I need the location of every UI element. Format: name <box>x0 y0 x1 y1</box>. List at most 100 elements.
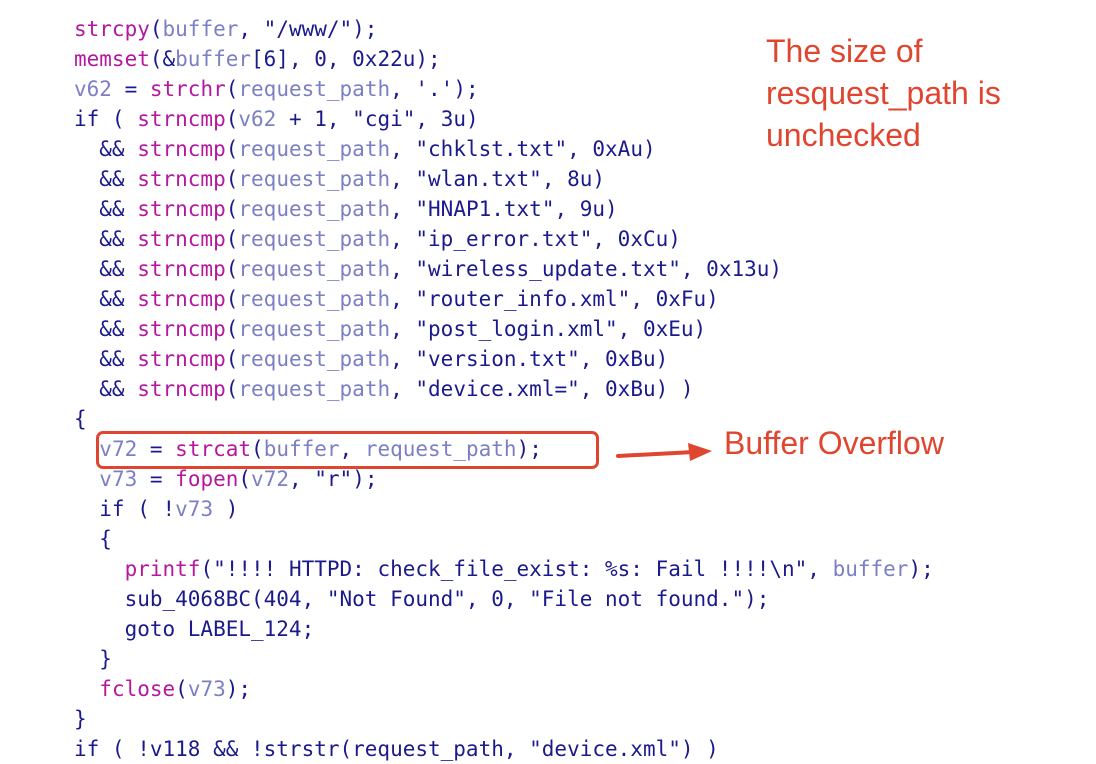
code-token-func: strcpy <box>74 17 150 41</box>
code-token-plain: + 1, "cgi", 3u) <box>276 107 479 131</box>
code-token-func: strncmp <box>137 167 226 191</box>
code-token-var: request_path <box>238 167 391 191</box>
code-token-func: fclose <box>99 677 176 701</box>
code-token-plain: ( <box>225 347 239 371</box>
code-token-var: request_path <box>238 197 391 221</box>
code-token-var: request_path <box>238 77 391 101</box>
code-token-plain: && <box>74 317 138 341</box>
code-token-func: strncmp <box>137 197 226 221</box>
code-token-var: request_path <box>238 227 391 251</box>
code-token-var: v62 <box>74 77 112 101</box>
code-token-plain: if ( <box>74 107 138 131</box>
code-token-plain: , "wlan.txt", 8u) <box>390 167 606 191</box>
code-token-func: printf <box>124 557 201 581</box>
code-line: && strncmp(request_path, "ip_error.txt",… <box>74 224 934 254</box>
code-token-plain: , "chklst.txt", 0xAu) <box>390 137 656 161</box>
code-token-plain: && <box>74 167 138 191</box>
code-token-plain: && <box>74 137 138 161</box>
code-token-plain: && <box>74 377 138 401</box>
code-token-plain: , '.'); <box>390 77 479 101</box>
code-token-var: buffer <box>162 17 239 41</box>
code-token-func: strncmp <box>137 287 226 311</box>
code-token-plain: && <box>74 257 138 281</box>
code-token-func: strchr <box>149 77 226 101</box>
code-token-var: request_path <box>238 137 391 161</box>
code-token-var: request_path <box>238 317 391 341</box>
code-token-plain: = <box>137 467 176 491</box>
code-line: fclose(v73); <box>74 674 934 704</box>
code-token-func: strncmp <box>137 317 226 341</box>
code-token-plain: ( <box>225 197 239 221</box>
code-token-plain: , "ip_error.txt", 0xCu) <box>390 227 681 251</box>
code-line: goto LABEL_124; <box>74 614 934 644</box>
strcat-highlight-box <box>96 431 599 469</box>
code-line: sub_4068BC(404, "Not Found", 0, "File no… <box>74 584 934 614</box>
code-line: if ( !v118 && !strstr(request_path, "dev… <box>74 734 934 764</box>
code-line: && strncmp(request_path, "version.txt", … <box>74 344 934 374</box>
code-token-plain: } <box>74 647 112 671</box>
arrow-icon <box>616 443 712 461</box>
code-token-func: strncmp <box>137 107 226 131</box>
code-token-plain: ( <box>225 317 239 341</box>
code-token-plain: ( <box>225 77 239 101</box>
code-line: && strncmp(request_path, "router_info.xm… <box>74 284 934 314</box>
code-line: && strncmp(request_path, "wlan.txt", 8u) <box>74 164 934 194</box>
code-token-plain: ( <box>175 677 188 701</box>
code-token-plain: , "wireless_update.txt", 0x13u) <box>390 257 783 281</box>
code-line: printf("!!!! HTTPD: check_file_exist: %s… <box>74 554 934 584</box>
code-token-plain: ); <box>225 677 252 701</box>
code-token-plain: } <box>74 707 87 731</box>
code-token-plain: goto LABEL_124; <box>74 617 315 641</box>
code-token-plain: && <box>74 287 138 311</box>
code-line: } <box>74 644 934 674</box>
code-token-plain: ( <box>225 377 239 401</box>
code-token-plain: ( <box>225 167 239 191</box>
code-token-func: strncmp <box>137 137 226 161</box>
code-token-var: request_path <box>238 377 391 401</box>
code-token-var: v73 <box>175 497 214 521</box>
code-token-var: buffer <box>175 47 252 71</box>
code-token-plain: , "device.xml=", 0xBu) ) <box>390 377 694 401</box>
code-token-func: strncmp <box>137 257 226 281</box>
code-token-plain: ); <box>908 557 934 581</box>
code-token-plain: , "HNAP1.txt", 9u) <box>390 197 618 221</box>
code-token-plain: , "/www/"); <box>238 17 378 41</box>
code-token-var: v62 <box>238 107 277 131</box>
code-line: { <box>74 524 934 554</box>
code-token-plain: , "post_login.xml", 0xEu) <box>390 317 707 341</box>
code-token-plain: if ( ! <box>74 497 176 521</box>
code-token-plain: ( <box>225 107 239 131</box>
code-token-var: request_path <box>238 347 391 371</box>
code-token-var: buffer <box>832 557 909 581</box>
code-line: if ( !v73 ) <box>74 494 934 524</box>
code-token-func: strncmp <box>137 377 226 401</box>
code-token-plain: [6], 0, 0x22u); <box>251 47 441 71</box>
code-token-plain: ( <box>225 227 239 251</box>
code-token-var: request_path <box>238 287 391 311</box>
code-token-plain: ("!!!! HTTPD: check_file_exist: %s: Fail… <box>200 557 833 581</box>
code-token-plain: ( <box>225 137 239 161</box>
code-token-func: strncmp <box>137 227 226 251</box>
code-line: && strncmp(request_path, "post_login.xml… <box>74 314 934 344</box>
code-token-var: v73 <box>187 677 226 701</box>
code-token-plain: { <box>74 527 112 551</box>
code-token-plain: , "version.txt", 0xBu) <box>390 347 669 371</box>
code-token-plain: = <box>111 77 150 101</box>
code-line: && strncmp(request_path, "HNAP1.txt", 9u… <box>74 194 934 224</box>
code-token-plain: { <box>74 407 87 431</box>
buffer-overflow-annotation: Buffer Overflow <box>724 425 944 461</box>
code-token-plain: ( <box>149 17 163 41</box>
unchecked-size-annotation: The size of resquest_path is unchecked <box>766 33 1001 153</box>
code-token-plain: , "router_info.xml", 0xFu) <box>390 287 719 311</box>
code-token-plain: (& <box>149 47 176 71</box>
code-token-plain: ( <box>225 257 239 281</box>
code-token-plain: && <box>74 197 138 221</box>
code-token-func: strncmp <box>137 347 226 371</box>
code-token-var: request_path <box>238 257 391 281</box>
code-token-plain: ( <box>225 287 239 311</box>
code-token-plain: && <box>74 347 138 371</box>
code-token-plain: && <box>74 227 138 251</box>
